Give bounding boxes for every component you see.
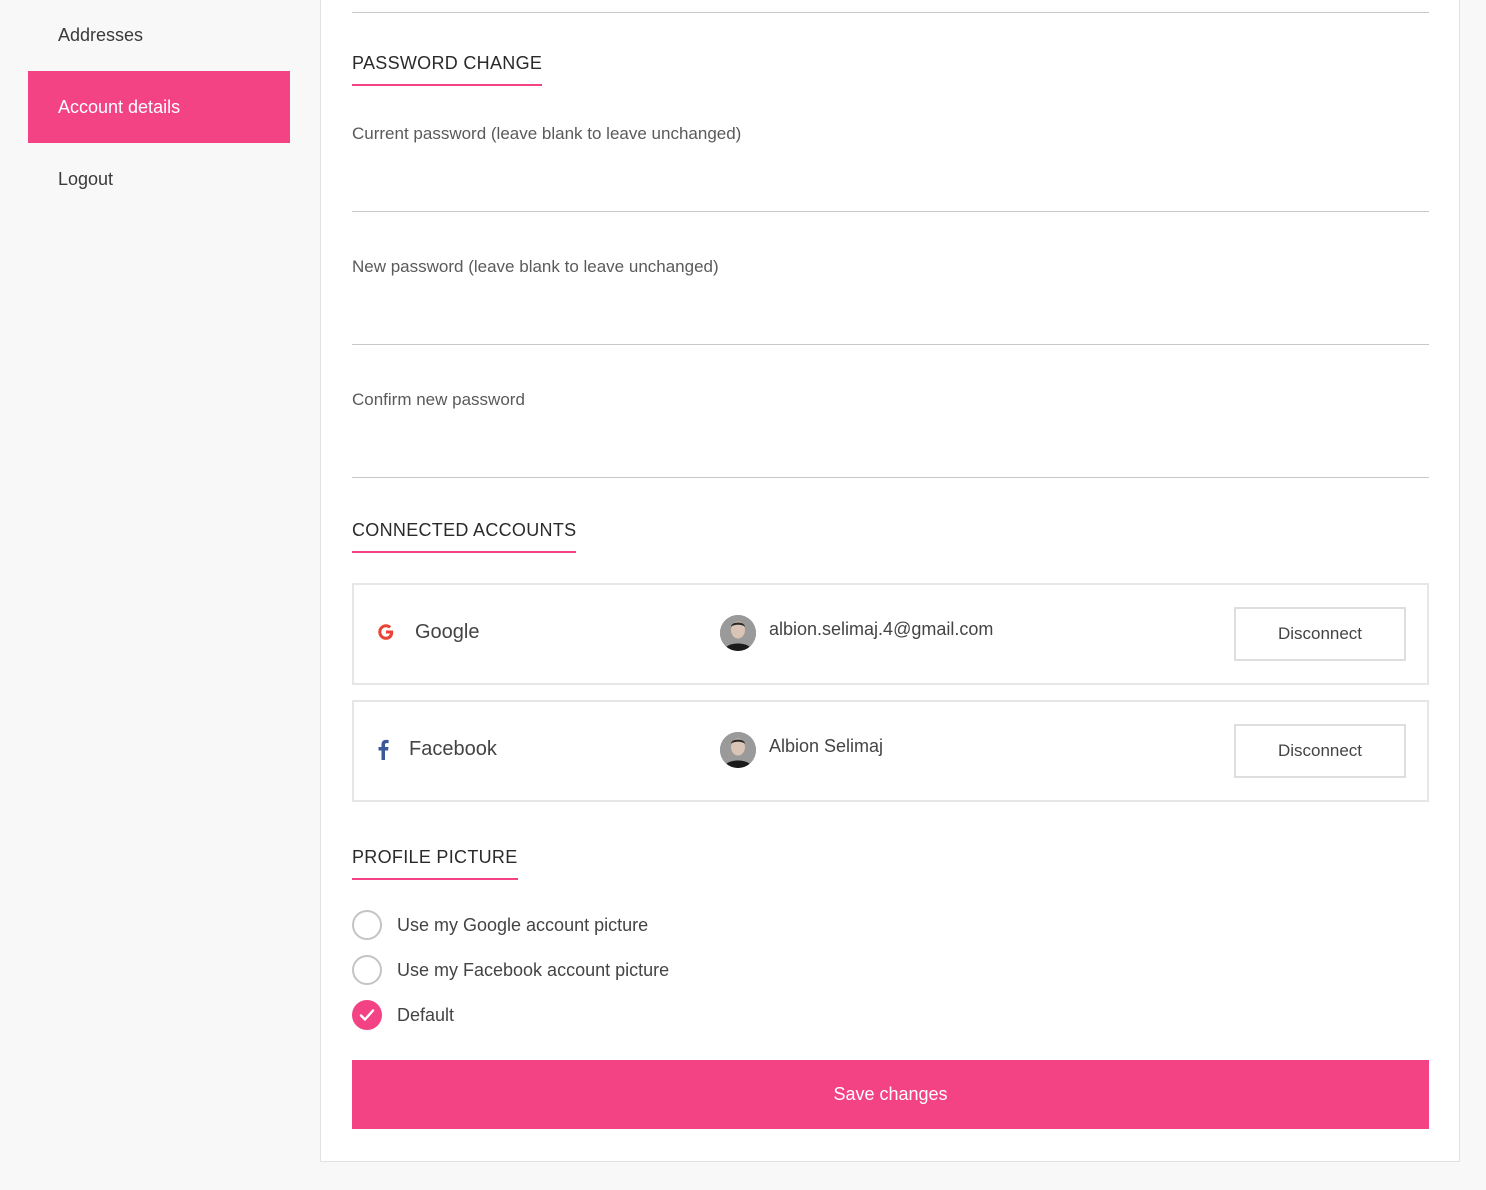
sidebar-item-addresses[interactable]: Addresses [28, 0, 290, 71]
radio-label: Use my Facebook account picture [397, 959, 670, 980]
connected-account-email: albion.selimaj.4@gmail.com [769, 619, 994, 639]
sidebar-item-logout[interactable]: Logout [28, 143, 290, 215]
disconnect-facebook-button[interactable]: Disconnect [1234, 724, 1406, 778]
provider-name: Google [415, 621, 480, 643]
connected-account-google: Google albion.selimaj.4@gmail.com Discon… [352, 583, 1429, 685]
new-password-input[interactable] [352, 299, 1429, 345]
sidebar-item-label: Logout [58, 168, 114, 189]
google-icon [376, 621, 396, 649]
radio-button[interactable] [352, 910, 382, 940]
facebook-icon [376, 738, 390, 766]
connected-account-name: Albion Selimaj [769, 736, 884, 756]
sidebar-item-label: Account details [58, 96, 181, 117]
save-changes-button[interactable]: Save changes [352, 1060, 1429, 1129]
radio-button[interactable] [352, 1000, 382, 1030]
avatar [720, 615, 756, 651]
provider-name: Facebook [409, 738, 497, 760]
confirm-password-label: Confirm new password [352, 390, 525, 409]
profile-picture-option-google[interactable]: Use my Google account picture [352, 910, 648, 940]
radio-label: Default [397, 1004, 455, 1025]
radio-label: Use my Google account picture [397, 914, 649, 935]
connected-accounts-title: CONNECTED ACCOUNTS [352, 520, 577, 553]
password-change-title: PASSWORD CHANGE [352, 53, 543, 86]
disconnect-google-button[interactable]: Disconnect [1234, 607, 1406, 661]
current-password-label: Current password (leave blank to leave u… [352, 124, 742, 143]
checkmark-icon [359, 1009, 375, 1021]
sidebar-item-account-details[interactable]: Account details [28, 71, 290, 143]
profile-picture-title: PROFILE PICTURE [352, 847, 518, 880]
connected-account-facebook: Facebook Albion Selimaj Disconnect [352, 700, 1429, 802]
radio-button[interactable] [352, 955, 382, 985]
new-password-label: New password (leave blank to leave uncha… [352, 257, 719, 276]
account-sidebar: Addresses Account details Logout [0, 0, 320, 1190]
profile-picture-option-facebook[interactable]: Use my Facebook account picture [352, 955, 669, 985]
sidebar-item-label: Addresses [58, 24, 144, 45]
current-password-input[interactable] [352, 166, 1429, 212]
avatar [720, 732, 756, 768]
confirm-password-input[interactable] [352, 432, 1429, 478]
divider [352, 12, 1429, 13]
profile-picture-option-default[interactable]: Default [352, 1000, 454, 1030]
